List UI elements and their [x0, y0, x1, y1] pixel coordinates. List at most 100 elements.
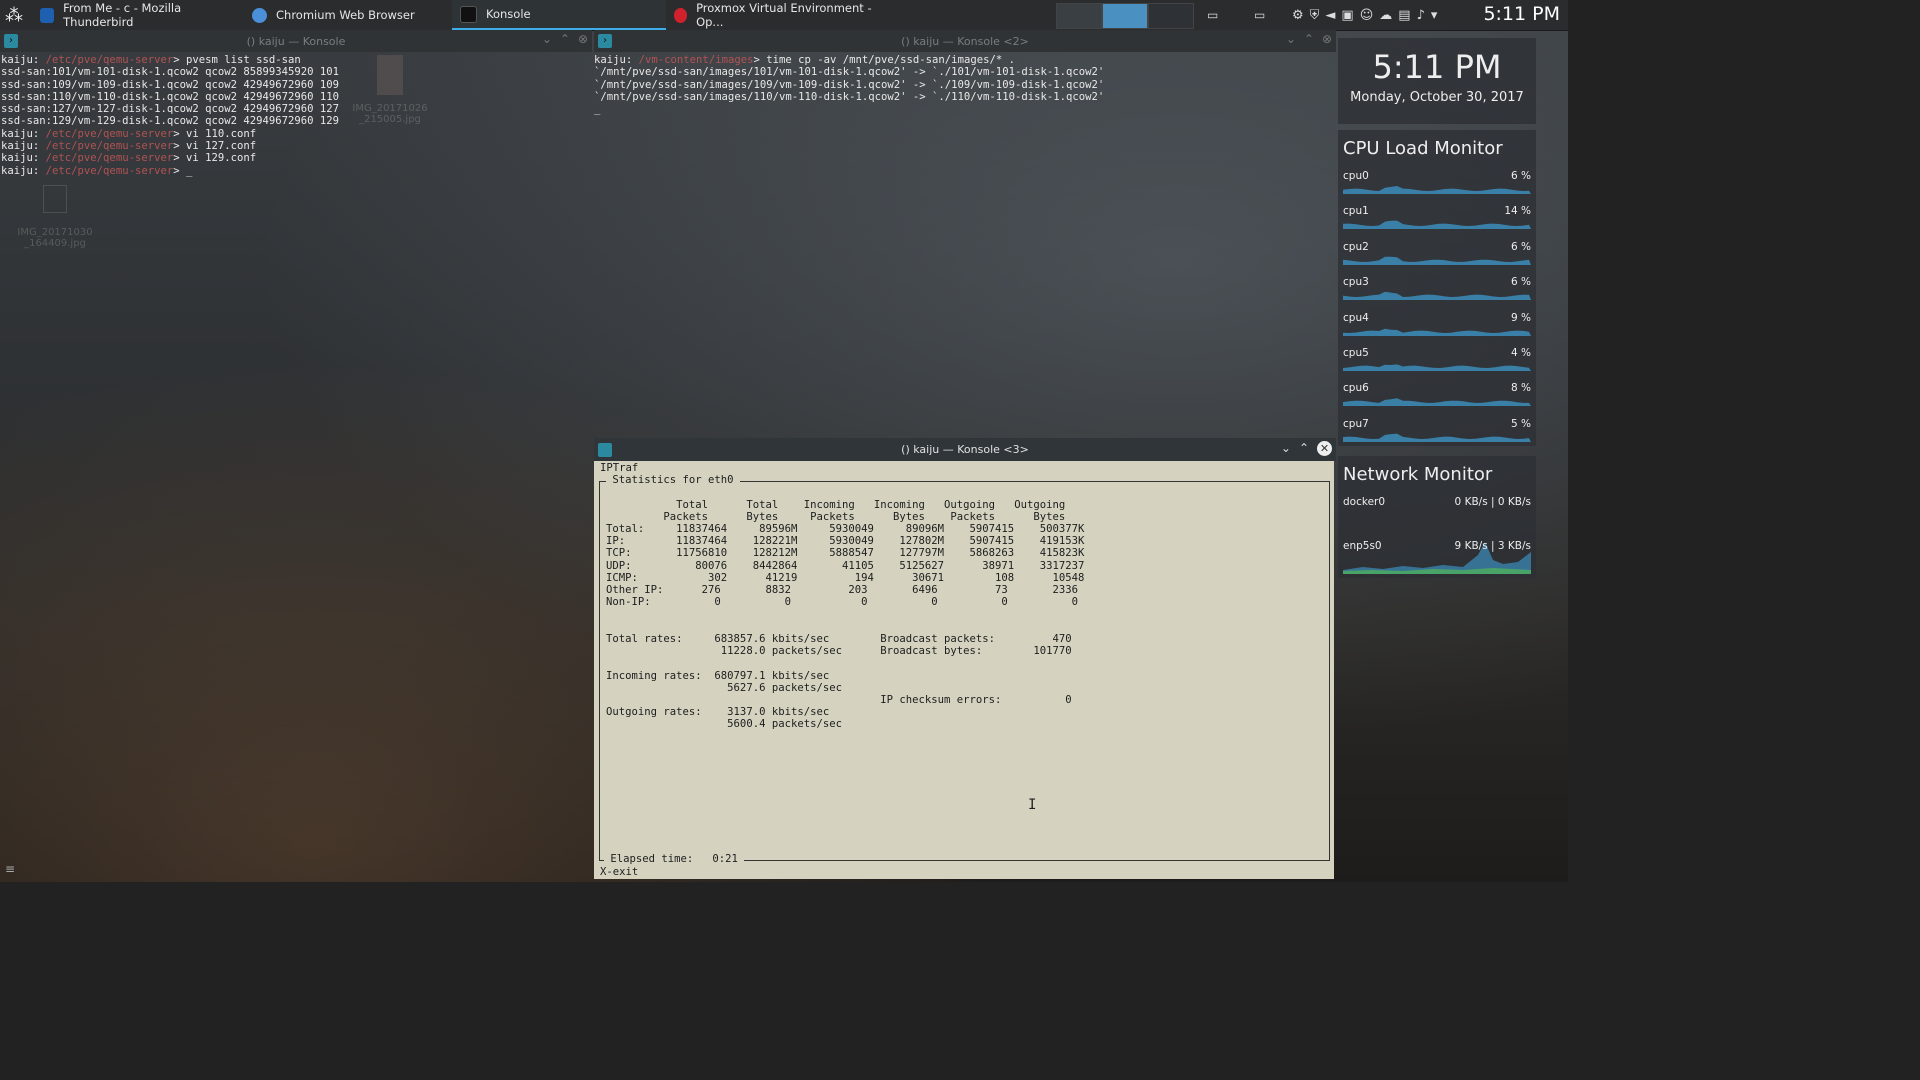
iptraf-stats-row: IP: 11837464 128221M 5930049 127802M 590…	[606, 535, 1085, 548]
prompt-path: /etc/pve/qemu-server	[45, 152, 174, 165]
cpu-row-cpu5: cpu5 4 %	[1343, 347, 1531, 377]
clipboard-icon[interactable]: ▤	[1398, 8, 1410, 23]
task-label: From Me - c - Mozilla Thunderbird	[63, 1, 182, 29]
chevron-up-icon[interactable]: ▾	[1431, 8, 1438, 23]
konsole2-terminal[interactable]: kaiju: /vm-content/images> time cp -av /…	[594, 54, 1104, 115]
prompt-host: kaiju:	[1, 164, 46, 177]
maximize-icon[interactable]: ⌃	[1304, 32, 1314, 46]
maximize-icon[interactable]: ⌃	[560, 32, 570, 46]
notification-icon[interactable]: ◄	[1325, 8, 1335, 23]
prompt-command: > vi 127.conf	[173, 140, 257, 153]
konsole2-titlebar[interactable]: › () kaiju — Konsole <2> ⌄ ⌃ ⊗	[594, 30, 1336, 52]
konsole1-titlebar[interactable]: › () kaiju — Konsole ⌄ ⌃ ⊗	[0, 30, 592, 52]
pager-desktop-3[interactable]	[1148, 3, 1194, 29]
task-proxmox-opera[interactable]: Proxmox Virtual Environment - Op...	[666, 0, 876, 30]
task-label: Proxmox Virtual Environment - Op...	[696, 1, 872, 29]
desktop-file-icon[interactable]: IMG_20171030 _164409.jpg	[15, 185, 95, 249]
volume-icon[interactable]: ♪	[1417, 8, 1425, 23]
task-konsole[interactable]: Konsole	[452, 0, 666, 30]
terminal-launcher-2-icon[interactable]: ▭	[1254, 0, 1265, 30]
iptraf-stats-row: TCP: 11756810 128212M 5888547 127797M 58…	[606, 547, 1085, 560]
cpu-load-graph	[1343, 433, 1531, 442]
net-interface-rate: 9 KB/s | 3 KB/s	[1454, 540, 1531, 552]
iptraf-rates-line: 5600.4 packets/sec	[606, 718, 842, 731]
cpu-load-graph	[1343, 398, 1531, 407]
konsole-icon	[460, 5, 477, 23]
cpu-load-monitor-widget: CPU Load Monitor cpu0 6 % cpu1 14 % cpu2 6 % c…	[1338, 130, 1536, 446]
maximize-icon[interactable]: ⌃	[1299, 441, 1309, 456]
taskbar-clock[interactable]: 5:11 PM	[1483, 3, 1560, 25]
close-icon[interactable]: ⊗	[578, 32, 588, 46]
terminal-line: ssd-san:129/vm-129-disk-1.qcow2 qcow2 42…	[1, 115, 340, 128]
cpu-load-graph	[1343, 186, 1531, 194]
terminal-line: kaiju: /etc/pve/qemu-server> _	[1, 165, 339, 177]
terminal-line: `/mnt/pve/ssd-san/images/110/vm-110-disk…	[594, 90, 1105, 103]
iptraf-stats-row: ICMP: 302 41219 194 30671 108 10548	[606, 571, 1085, 584]
terminal-line: ssd-san:101/vm-101-disk-1.qcow2 qcow2 85…	[1, 66, 340, 79]
desktop-file-icon[interactable]: IMG_20171026 _215005.jpg	[350, 55, 430, 125]
prompt-command: > _	[173, 164, 193, 177]
steam-icon[interactable]: ⚙	[1292, 8, 1304, 23]
prompt-command: > vi 110.conf	[173, 127, 257, 140]
user-icon[interactable]: ☺	[1360, 8, 1374, 23]
terminal-line: `/mnt/pve/ssd-san/images/101/vm-101-disk…	[594, 66, 1105, 79]
cloud-icon[interactable]: ☁	[1379, 8, 1392, 23]
terminal-line: ssd-san:109/vm-109-disk-1.qcow2 qcow2 42…	[1, 78, 340, 91]
terminal-line: `/mnt/pve/ssd-san/images/109/vm-109-disk…	[594, 78, 1105, 91]
terminal-launcher-icon[interactable]: ▭	[1207, 0, 1218, 30]
iptraf-rates-line: Outgoing rates: 3137.0 kbits/sec	[606, 706, 830, 719]
pager-desktop-2[interactable]	[1102, 3, 1148, 29]
net-interface-name: docker0	[1343, 496, 1386, 508]
iptraf-rates-line: Incoming rates: 680797.1 kbits/sec	[606, 669, 830, 682]
iptraf-rates-line: Total rates: 683857.6 kbits/sec Broadcas…	[606, 633, 1072, 645]
chromium-icon	[252, 7, 267, 23]
cpu-load-graph	[1343, 364, 1531, 371]
konsole3-titlebar[interactable]: () kaiju — Konsole <3> ⌄ ⌃ ✕	[594, 438, 1336, 461]
minimize-icon[interactable]: ⌄	[542, 32, 552, 46]
iptraf-rates-line: IP checksum errors: 0	[606, 694, 1072, 706]
iptraf-stats-row: Other IP: 276 8832 203 6496 73 2336	[606, 584, 1078, 596]
display-icon[interactable]: ▣	[1341, 8, 1353, 23]
task-chromium[interactable]: Chromium Web Browser	[244, 0, 452, 30]
text-cursor-icon: I	[1028, 797, 1037, 813]
konsole1-terminal[interactable]: kaiju: /etc/pve/qemu-server> pvesm list …	[1, 54, 339, 177]
iptraf-exit-hint[interactable]: X-exit	[600, 866, 638, 878]
iptraf-stats-row: Non-IP: 0 0 0 0 0 0	[606, 596, 1078, 609]
prompt-host: kaiju:	[1, 152, 46, 165]
prompt-host: kaiju:	[1, 127, 46, 140]
desktop-file-label: IMG_20171026 _215005.jpg	[352, 103, 428, 125]
opera-icon	[674, 7, 688, 23]
digital-clock-widget[interactable]: 5:11 PM Monday, October 30, 2017	[1338, 38, 1536, 124]
prompt-host: kaiju:	[594, 54, 639, 66]
prompt-path: /etc/pve/qemu-server	[45, 127, 174, 140]
task-label: Konsole	[486, 7, 531, 21]
taskbar: ⁂ From Me - c - Mozilla Thunderbird Chro…	[0, 0, 1568, 31]
application-launcher-icon[interactable]: ⁂	[0, 0, 28, 30]
net-interface-rate: 0 KB/s | 0 KB/s	[1454, 496, 1531, 508]
iptraf-header-2: Packets Bytes Packets Bytes Packets Byte…	[606, 511, 1066, 523]
iptraf-terminal[interactable]: IPTraf Statistics for eth0 Total Total I…	[594, 461, 1334, 879]
shield-icon[interactable]: ⛨	[1310, 8, 1320, 23]
iptraf-box-title: Statistics for eth0	[606, 474, 740, 486]
minimize-icon[interactable]: ⌄	[1286, 32, 1296, 46]
cpu-row-cpu6: cpu6 8 %	[1343, 382, 1531, 412]
close-icon[interactable]: ⊗	[1322, 32, 1332, 46]
iptraf-header-1: Total Total Incoming Incoming Outgoing O…	[606, 499, 1066, 511]
task-thunderbird[interactable]: From Me - c - Mozilla Thunderbird	[32, 0, 244, 30]
menu-icon[interactable]: ≡	[5, 862, 15, 876]
cpu-row-cpu0: cpu0 6 %	[1343, 170, 1531, 200]
system-tray: ⚙ ⛨ ◄ ▣ ☺ ☁ ▤ ♪ ▾	[1292, 0, 1437, 30]
prompt-host: kaiju:	[1, 54, 46, 66]
pager-desktop-1[interactable]	[1056, 3, 1102, 29]
close-icon[interactable]: ✕	[1317, 441, 1332, 456]
clock-time: 5:11 PM	[1372, 48, 1502, 86]
konsole-icon	[598, 443, 612, 457]
net-interface-name: enp5s0	[1343, 540, 1382, 552]
window-title: () kaiju — Konsole <3>	[901, 443, 1029, 456]
prompt-path: /etc/pve/qemu-server	[45, 140, 174, 153]
cpu-row-cpu1: cpu1 14 %	[1343, 205, 1531, 235]
minimize-icon[interactable]: ⌄	[1281, 441, 1291, 456]
prompt-command: > time cp -av /mnt/pve/ssd-san/images/* …	[753, 54, 1015, 66]
prompt-path: /etc/pve/qemu-server	[45, 164, 174, 177]
network-monitor-widget: Network Monitor docker0 0 KB/s | 0 KB/s …	[1338, 456, 1536, 578]
